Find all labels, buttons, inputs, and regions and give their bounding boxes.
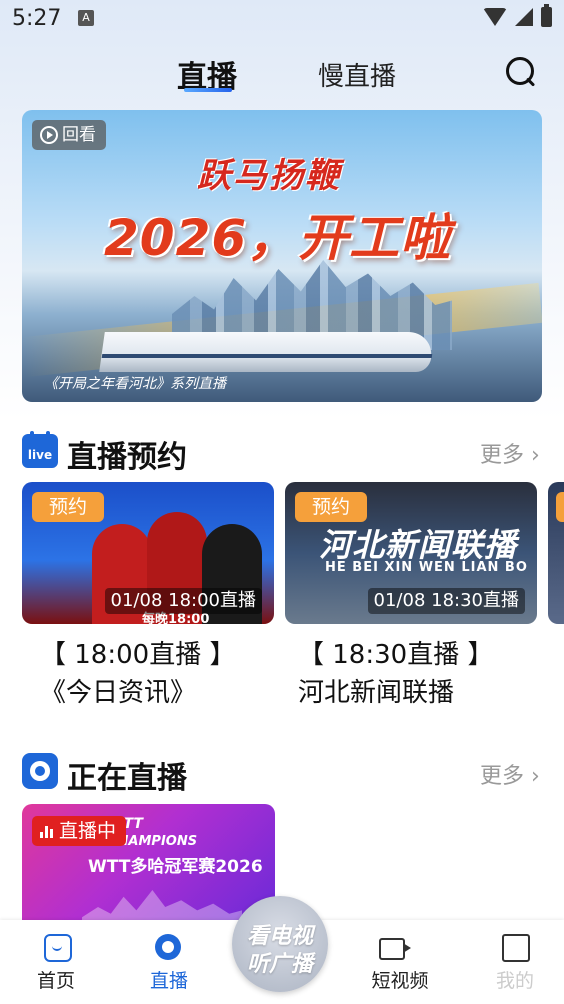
live-now-tag: 直播中 <box>32 816 127 846</box>
caption-line: 河北新闻联播 <box>298 678 455 708</box>
wifi-icon <box>483 8 507 26</box>
nav-item-live[interactable]: 直播 <box>129 920 209 1004</box>
schedule-time: 01/08 18:30直播 <box>367 588 525 614</box>
nav-item-mine[interactable]: 我的 <box>470 920 560 1004</box>
event-title: WTT多哈冠军赛2026 <box>88 857 263 877</box>
reservation-section-title: 直播预约 <box>67 440 187 475</box>
banner-train <box>99 332 435 372</box>
home-icon <box>44 934 72 962</box>
search-icon[interactable] <box>506 57 536 87</box>
hero-banner[interactable]: 回看 跃马扬鞭 2026，开工啦 《开局之年看河北》系列直播 <box>22 110 542 402</box>
banner-slogan-main: 2026，开工啦 <box>104 209 452 267</box>
tv-radio-button[interactable]: 看电视 听广播 <box>232 896 328 992</box>
nav-label: 我的 <box>495 970 534 992</box>
signal-icon <box>515 8 533 26</box>
live-section-title: 正在直播 <box>67 761 187 796</box>
live-bars-icon <box>40 824 53 838</box>
banner-caption: 《开局之年看河北》系列直播 <box>44 376 226 392</box>
reserve-tag: 预约 <box>295 492 367 522</box>
nav-item-short-video[interactable]: 短视频 <box>345 920 455 1004</box>
city-skyline <box>82 890 242 924</box>
reserve-tag: 预约 <box>32 492 104 522</box>
banner-train-stripe <box>101 354 433 358</box>
nav-label: 短视频 <box>371 970 429 992</box>
reservation-card-2-caption[interactable]: 【 18:30直播 】 河北新闻联播 <box>298 636 493 712</box>
live-tag-label: 直播中 <box>59 820 117 842</box>
chevron-right-icon: › <box>524 443 540 468</box>
nav-label: 直播 <box>149 970 188 992</box>
center-button-line2: 听广播 <box>246 952 313 977</box>
caption-line: 【 18:00直播 】 <box>40 640 236 670</box>
program-logo-subtitle: HE BEI XIN WEN LIAN BO <box>325 560 528 575</box>
chevron-right-icon: › <box>524 764 540 789</box>
reserve-tag <box>556 492 564 522</box>
live-now-icon <box>22 753 58 789</box>
replay-badge[interactable]: 回看 <box>32 120 106 150</box>
reservation-more-link[interactable]: 更多 › <box>480 437 540 469</box>
status-bar: 5:27 A <box>0 0 564 40</box>
reservation-card-3[interactable] <box>548 482 564 624</box>
battery-icon <box>541 4 552 27</box>
replay-label: 回看 <box>62 125 96 145</box>
status-time: 5:27 <box>12 6 62 31</box>
caption-line: 【 18:30直播 】 <box>298 640 494 670</box>
status-icons <box>483 4 552 27</box>
tab-active-indicator <box>184 88 232 92</box>
more-label: 更多 <box>480 764 525 789</box>
flag-icon <box>502 934 530 962</box>
tab-slow-live[interactable]: 慢直播 <box>318 56 396 93</box>
nav-item-home[interactable]: 首页 <box>16 920 96 1004</box>
video-icon <box>379 938 411 960</box>
banner-slogan-top: 跃马扬鞭 <box>197 156 341 196</box>
reservation-card-1[interactable]: 预约 每晚18:00 01/08 18:00直播 <box>22 482 274 624</box>
live-card-wtt[interactable]: WTT CHAMPIONS WTT多哈冠军赛2026 直播中 <box>22 804 275 924</box>
more-label: 更多 <box>480 443 525 468</box>
live-calendar-icon: live <box>22 431 58 468</box>
play-circle-icon <box>40 126 58 144</box>
live-camera-icon <box>155 934 181 960</box>
live-more-link[interactable]: 更多 › <box>480 758 540 790</box>
reservation-card-1-caption[interactable]: 【 18:00直播 】 《今日资讯》 <box>40 636 235 712</box>
nav-label: 首页 <box>36 970 75 992</box>
notification-icon: A <box>78 10 94 26</box>
caption-line: 《今日资讯》 <box>40 678 197 708</box>
reservation-card-2[interactable]: 预约 河北新闻联播 HE BEI XIN WEN LIAN BO 01/08 1… <box>285 482 537 624</box>
schedule-time: 01/08 18:00直播 <box>104 588 262 614</box>
